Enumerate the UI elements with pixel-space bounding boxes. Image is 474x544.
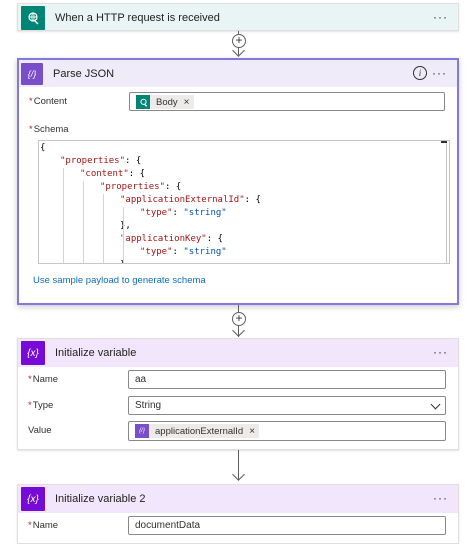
schema-line: "content": { xyxy=(80,169,146,179)
braces-icon: {/} xyxy=(21,62,43,85)
indent-guide xyxy=(83,181,84,263)
parse-json-header[interactable]: {/} Parse JSON i ··· xyxy=(19,60,457,87)
schema-line: "type": "string" xyxy=(140,247,227,257)
schema-line: "properties": { xyxy=(60,156,142,166)
http-request-icon xyxy=(21,6,45,30)
initialize-variable-2-card[interactable]: {x} Initialize variable 2 ··· *Name docu… xyxy=(17,484,459,544)
name-label: *Name xyxy=(28,520,59,531)
more-options-icon[interactable]: ··· xyxy=(433,346,448,358)
schema-line: "applicationKey": { xyxy=(120,234,223,244)
name-label: *Name xyxy=(28,374,59,385)
schema-line: { xyxy=(40,143,46,153)
chevron-down-icon[interactable] xyxy=(430,399,441,410)
initialize-variable-header[interactable]: {x} Initialize variable ··· xyxy=(18,339,458,367)
variable-icon: {x} xyxy=(21,487,45,511)
schema-line: "type": "string" xyxy=(140,208,227,218)
schema-line: "properties": { xyxy=(100,182,182,192)
editor-scrollbar[interactable] xyxy=(441,141,447,263)
body-token[interactable]: Body × xyxy=(136,95,194,109)
sample-payload-link[interactable]: Use sample payload to generate schema xyxy=(33,275,206,286)
info-icon[interactable]: i xyxy=(413,66,427,80)
body-token-label: Body xyxy=(156,96,178,108)
schema-label: *Schema xyxy=(29,124,69,135)
variable-icon: {x} xyxy=(21,341,45,365)
type-select[interactable]: String xyxy=(128,396,446,415)
http-trigger-card[interactable]: When a HTTP request is received ··· xyxy=(17,3,459,31)
schema-line: "applicationExternalId": { xyxy=(120,195,261,205)
arrow-down-icon xyxy=(232,468,245,481)
remove-token-icon[interactable]: × xyxy=(249,426,255,437)
name-value: documentData xyxy=(135,520,201,531)
initialize-variable-title: Initialize variable xyxy=(55,347,137,359)
schema-line: }, xyxy=(120,259,131,263)
value-field[interactable]: {/} applicationExternalId × xyxy=(128,421,446,441)
remove-token-icon[interactable]: × xyxy=(184,97,190,108)
value-label: Value xyxy=(28,425,52,436)
schema-line: }, xyxy=(120,221,131,231)
more-options-icon[interactable]: ··· xyxy=(432,67,447,79)
application-external-id-label: applicationExternalId xyxy=(155,425,244,437)
http-request-icon xyxy=(136,95,150,109)
application-external-id-token[interactable]: {/} applicationExternalId × xyxy=(135,424,260,438)
braces-icon: {/} xyxy=(135,424,149,438)
indent-guide xyxy=(103,194,104,263)
type-value: String xyxy=(135,400,162,411)
http-trigger-header[interactable]: When a HTTP request is received ··· xyxy=(18,4,458,32)
more-options-icon[interactable]: ··· xyxy=(433,11,448,23)
http-trigger-title: When a HTTP request is received xyxy=(55,12,220,24)
type-label: *Type xyxy=(28,400,54,411)
content-field[interactable]: Body × xyxy=(129,92,445,111)
initialize-variable-2-header[interactable]: {x} Initialize variable 2 ··· xyxy=(18,485,458,513)
name-input[interactable]: aa xyxy=(128,370,446,389)
arrow-down-icon xyxy=(232,324,245,337)
content-label: *Content xyxy=(29,96,67,107)
more-options-icon[interactable]: ··· xyxy=(433,492,448,504)
initialize-variable-card[interactable]: {x} Initialize variable ··· *Name aa *Ty… xyxy=(17,338,459,450)
initialize-variable-2-title: Initialize variable 2 xyxy=(55,493,146,505)
name-value: aa xyxy=(135,374,147,385)
parse-json-title: Parse JSON xyxy=(53,67,115,80)
indent-guide xyxy=(123,207,124,263)
indent-guide xyxy=(63,168,64,263)
schema-editor[interactable]: { "properties": { "content": { "properties"… xyxy=(38,140,450,264)
name-input[interactable]: documentData xyxy=(128,516,446,535)
